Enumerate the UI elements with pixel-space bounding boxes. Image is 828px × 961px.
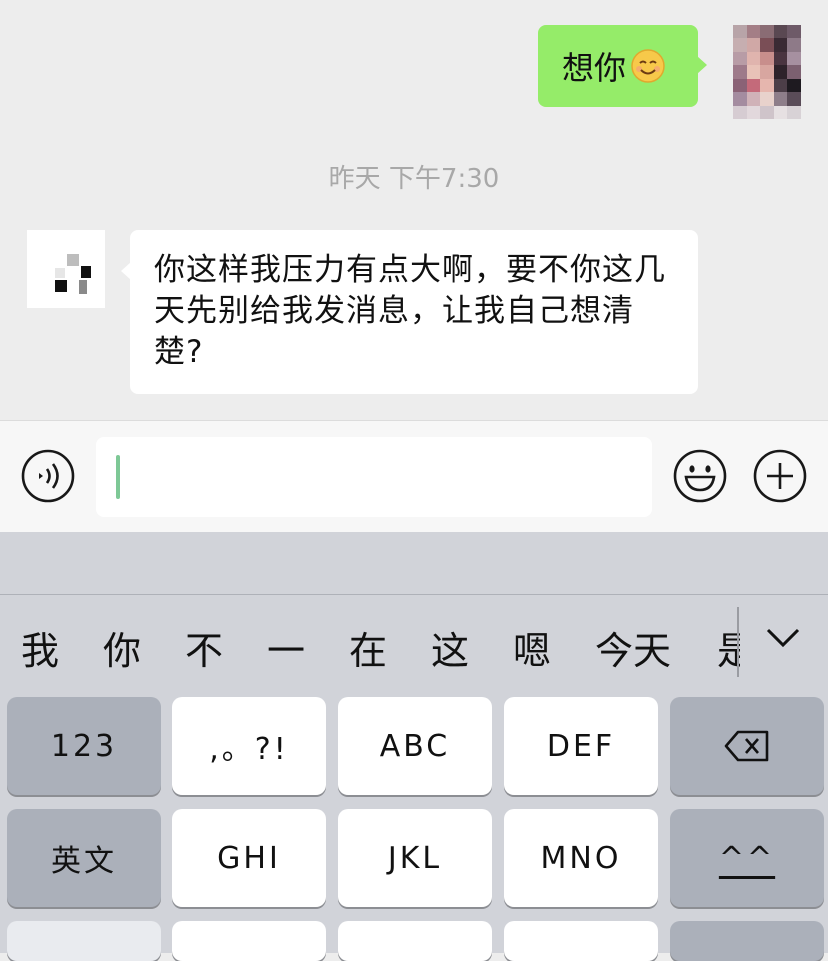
voice-icon[interactable] (20, 448, 76, 504)
keyboard-key-partial[interactable] (7, 921, 161, 961)
candidate-word[interactable]: 你 (103, 620, 141, 670)
key-mno[interactable]: MNO (504, 809, 658, 907)
smiling-face-icon (631, 49, 665, 83)
candidate-word[interactable]: 今天 (595, 620, 671, 670)
emoji-icon[interactable] (672, 448, 728, 504)
chat-area: 想你 昨天 下午7:30 你这样我压力有点大啊，要不你这几天先别给我发消息，让我… (0, 0, 828, 420)
incoming-message-bubble[interactable]: 你这样我压力有点大啊，要不你这几天先别给我发消息，让我自己想清楚? (121, 230, 698, 394)
incoming-message-text: 你这样我压力有点大啊，要不你这几天先别给我发消息，让我自己想清楚? (154, 252, 666, 370)
candidate-bar: 我 你 不 一 在 这 嗯 今天 是 (0, 620, 740, 670)
candidate-word[interactable]: 这 (431, 620, 469, 670)
candidate-separator (737, 607, 739, 677)
key-123[interactable]: 123 (7, 697, 161, 795)
outgoing-message-bubble[interactable]: 想你 (538, 25, 707, 107)
key-english[interactable]: 英文 (7, 809, 161, 907)
key-jkl[interactable]: JKL (338, 809, 492, 907)
key-def[interactable]: DEF (504, 697, 658, 795)
outgoing-message-text: 想你 (562, 49, 627, 87)
backspace-key[interactable] (670, 697, 824, 795)
message-timestamp: 昨天 下午7:30 (328, 164, 500, 194)
key-emoticon[interactable]: ^^ (670, 809, 824, 907)
keyboard-divider (0, 594, 828, 595)
candidate-word[interactable]: 嗯 (513, 620, 551, 670)
candidate-word[interactable]: 在 (349, 620, 387, 670)
ime-keyboard: 我 你 不 一 在 这 嗯 今天 是 123 ,。?! ABC DEF 英文 G… (0, 532, 828, 961)
text-caret (116, 455, 120, 499)
candidate-word[interactable]: 不 (185, 620, 223, 670)
candidate-word[interactable]: 我 (21, 620, 59, 670)
keyboard-key-partial[interactable] (172, 921, 326, 961)
contact-avatar[interactable] (27, 230, 105, 308)
chevron-down-icon[interactable] (764, 626, 802, 650)
message-input[interactable] (96, 437, 652, 517)
candidate-word[interactable]: 一 (267, 620, 305, 670)
message-input-bar (0, 420, 828, 532)
keyboard-key-partial[interactable] (670, 921, 824, 961)
my-avatar[interactable] (733, 25, 801, 119)
keyboard-key-partial[interactable] (504, 921, 658, 961)
keyboard-key-partial[interactable] (338, 921, 492, 961)
key-abc[interactable]: ABC (338, 697, 492, 795)
key-punctuation[interactable]: ,。?! (172, 697, 326, 795)
key-ghi[interactable]: GHI (172, 809, 326, 907)
backspace-icon (724, 730, 769, 762)
plus-icon[interactable] (752, 448, 808, 504)
